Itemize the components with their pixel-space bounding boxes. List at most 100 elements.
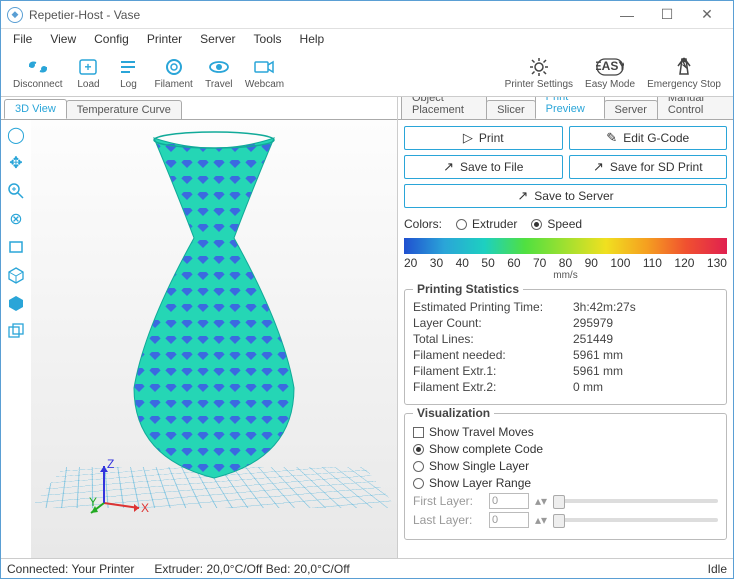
show-range-radio[interactable]: Show Layer Range [413, 476, 718, 490]
viz-title: Visualization [413, 406, 494, 420]
svg-text:+: + [85, 60, 92, 74]
tab-manual-control[interactable]: Manual Control [657, 97, 733, 119]
color-scale-ticks: 2030405060708090100110120130 [404, 256, 727, 270]
svg-text:X: X [141, 501, 149, 515]
export-icon: ↗ [443, 159, 454, 175]
top-view-icon[interactable] [5, 236, 27, 258]
menu-file[interactable]: File [5, 30, 40, 48]
app-logo-icon: ◆ [7, 7, 23, 23]
menu-tools[interactable]: Tools [246, 30, 290, 48]
tick: 70 [533, 256, 546, 270]
tick: 90 [585, 256, 598, 270]
color-extruder-radio[interactable]: Extruder [456, 217, 517, 231]
travel-button[interactable]: Travel [199, 53, 239, 92]
move-view-icon[interactable]: ✥ [5, 152, 27, 174]
first-layer-input[interactable] [489, 493, 529, 509]
color-speed-radio[interactable]: Speed [531, 217, 582, 231]
status-connection: Connected: Your Printer [7, 562, 134, 576]
color-scale-bar [404, 238, 727, 254]
titlebar: ◆ Repetier-Host - Vase — ☐ ✕ [1, 1, 733, 29]
menu-help[interactable]: Help [292, 30, 333, 48]
printer-settings-button[interactable]: Printer Settings [499, 53, 579, 92]
save-to-server-button[interactable]: ↗Save to Server [404, 184, 727, 208]
last-layer-input[interactable] [489, 512, 529, 528]
visualization-group: Visualization Show Travel Moves Show com… [404, 413, 727, 540]
tick: 80 [559, 256, 572, 270]
zoom-in-icon[interactable] [5, 180, 27, 202]
stats-title: Printing Statistics [413, 282, 523, 296]
svg-text:EASY: EASY [596, 59, 624, 73]
tick: 60 [507, 256, 520, 270]
show-complete-radio[interactable]: Show complete Code [413, 442, 718, 456]
status-temps: Extruder: 20,0°C/Off Bed: 20,0°C/Off [154, 562, 349, 576]
maximize-button[interactable]: ☐ [647, 3, 687, 27]
tick: 50 [481, 256, 494, 270]
svg-text:Y: Y [89, 495, 97, 509]
stepper-icon[interactable]: ▴▾ [535, 494, 547, 508]
show-single-radio[interactable]: Show Single Layer [413, 459, 718, 473]
edit-gcode-button[interactable]: ✎Edit G-Code [569, 126, 728, 150]
parallel-view-icon[interactable] [5, 320, 27, 342]
emergency-stop-button[interactable]: Emergency Stop [641, 53, 727, 92]
tick: 40 [456, 256, 469, 270]
show-travel-checkbox[interactable]: Show Travel Moves [413, 425, 718, 439]
menu-view[interactable]: View [42, 30, 84, 48]
log-button[interactable]: Log [108, 53, 148, 92]
fit-view-icon[interactable]: ⊗ [5, 208, 27, 230]
last-layer-label: Last Layer: [413, 513, 483, 527]
tab-3d-view[interactable]: 3D View [4, 99, 67, 119]
menu-printer[interactable]: Printer [139, 30, 190, 48]
left-tabs: 3D ViewTemperature Curve [1, 97, 397, 119]
tick: 20 [404, 256, 417, 270]
play-icon: ▷ [463, 130, 473, 146]
stepper-icon[interactable]: ▴▾ [535, 513, 547, 527]
tick: 30 [430, 256, 443, 270]
front-view-icon[interactable] [5, 292, 27, 314]
3d-viewport[interactable]: X Z Y [31, 120, 397, 558]
filament-button[interactable]: Filament [148, 53, 198, 92]
log-icon [118, 55, 138, 79]
tab-temperature-curve[interactable]: Temperature Curve [66, 100, 182, 119]
webcam-button[interactable]: Webcam [239, 53, 290, 92]
load-button[interactable]: +Load [68, 53, 108, 92]
menu-config[interactable]: Config [86, 30, 137, 48]
axes-gizmo: X Z Y [89, 458, 149, 518]
menu-server[interactable]: Server [192, 30, 243, 48]
tick: 120 [674, 256, 694, 270]
print-button[interactable]: ▷Print [404, 126, 563, 150]
statusbar: Connected: Your Printer Extruder: 20,0°C… [1, 558, 733, 578]
save-for-sd-button[interactable]: ↗Save for SD Print [569, 155, 728, 179]
travel-icon [207, 55, 231, 79]
first-layer-label: First Layer: [413, 494, 483, 508]
main-toolbar: Disconnect+LoadLogFilamentTravelWebcam P… [1, 49, 733, 97]
upload-icon: ↗ [517, 188, 528, 204]
tab-server[interactable]: Server [604, 100, 658, 119]
minimize-button[interactable]: — [607, 3, 647, 27]
save-to-file-button[interactable]: ↗Save to File [404, 155, 563, 179]
printing-statistics-group: Printing Statistics Estimated Printing T… [404, 289, 727, 405]
disconnect-icon [26, 55, 50, 79]
disconnect-button[interactable]: Disconnect [7, 53, 68, 92]
stat-row: Total Lines:251449 [413, 332, 718, 346]
edit-icon: ✎ [606, 130, 617, 146]
sd-icon: ↗ [593, 159, 604, 175]
first-layer-slider[interactable] [553, 499, 718, 503]
svg-text:Z: Z [107, 458, 114, 471]
rotate-view-icon[interactable]: ◯ [5, 124, 27, 146]
vase-model [99, 128, 329, 488]
tab-slicer[interactable]: Slicer [486, 100, 536, 119]
iso-view-icon[interactable] [5, 264, 27, 286]
close-button[interactable]: ✕ [687, 3, 727, 27]
easy-mode-icon: EASY [596, 55, 624, 79]
tab-print-preview[interactable]: Print Preview [535, 97, 605, 119]
colors-label: Colors: [404, 217, 442, 231]
color-scale-unit: mm/s [404, 270, 727, 281]
last-layer-slider[interactable] [553, 518, 718, 522]
stat-row: Layer Count:295979 [413, 316, 718, 330]
tick: 110 [643, 256, 662, 270]
webcam-icon [253, 55, 275, 79]
tab-object-placement[interactable]: Object Placement [401, 97, 487, 119]
status-idle: Idle [708, 562, 727, 576]
easy-mode-button[interactable]: EASYEasy Mode [579, 53, 641, 92]
filament-icon [164, 55, 184, 79]
